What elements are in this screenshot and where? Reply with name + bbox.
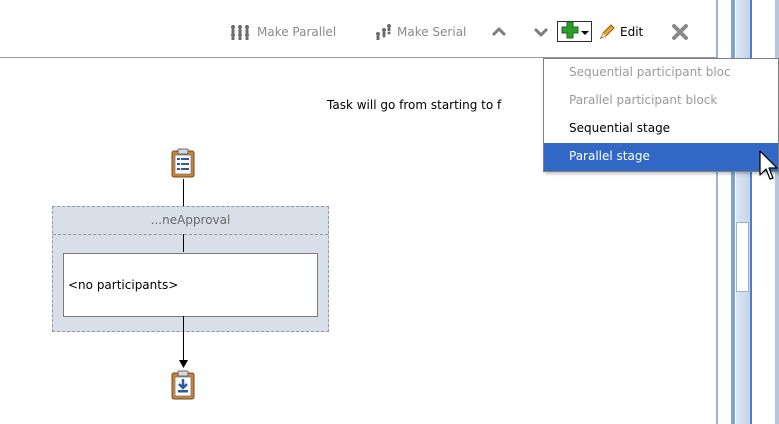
serial-icon [375,24,393,40]
menu-item-sequential-participant-block: Sequential participant bloc [569,65,731,79]
move-up-icon [491,25,507,39]
menu-item-parallel-stage[interactable]: Parallel stage [544,143,778,171]
connector-line [183,234,184,252]
mouse-cursor-icon [759,150,778,180]
participants-box[interactable]: <no participants> [63,253,318,317]
toolbar: Make Parallel Make Serial Edit [0,0,716,58]
pencil-icon [598,23,616,41]
make-serial-button[interactable]: Make Serial [375,23,466,41]
connector-line [183,316,184,364]
make-parallel-button[interactable]: Make Parallel [230,23,336,41]
add-button[interactable] [557,21,592,42]
make-parallel-label: Make Parallel [257,25,337,39]
approval-stage[interactable]: ...neApproval <no participants> [52,206,329,332]
end-clipboard-icon[interactable] [171,370,195,400]
move-up-button[interactable] [491,23,507,41]
add-icon [561,21,579,42]
scrollbar-thumb[interactable] [736,222,749,292]
make-serial-label: Make Serial [397,25,467,39]
menu-item-sequential-stage[interactable]: Sequential stage [544,115,778,143]
start-clipboard-icon[interactable] [171,148,195,178]
delete-icon [671,23,689,41]
parallel-icon [230,24,251,40]
task-description: Task will go from starting to f [327,98,502,112]
connector-line [183,179,184,206]
edit-label: Edit [620,25,644,39]
edit-button[interactable]: Edit [598,23,643,41]
menu-item-parallel-participant-block: Parallel participant block [569,93,718,107]
add-dropdown-menu: Sequential participant bloc Parallel par… [543,58,779,172]
arrow-down-icon [179,360,188,368]
move-down-button[interactable] [533,23,549,41]
move-down-icon [533,25,549,39]
chevron-down-icon [581,25,589,39]
stage-title: ...neApproval [53,207,328,235]
delete-button[interactable] [671,23,689,41]
